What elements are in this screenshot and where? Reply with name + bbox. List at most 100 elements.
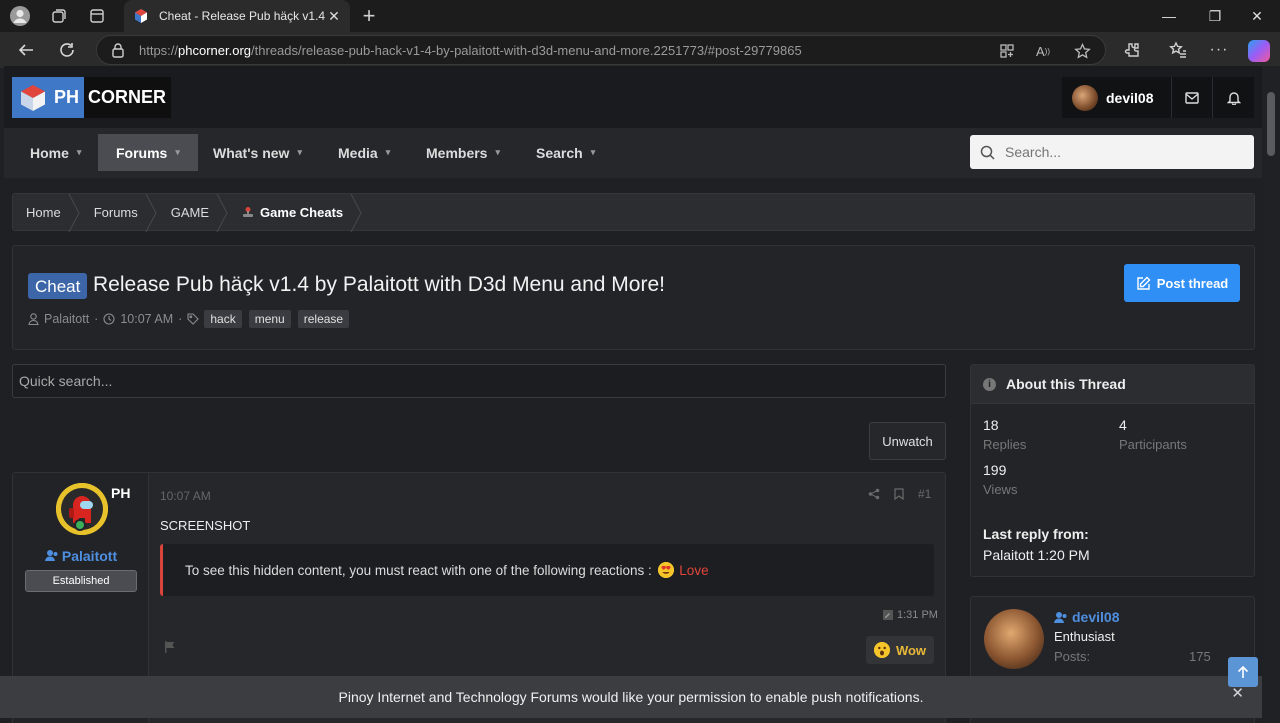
address-bar[interactable]: https://phcorner.org/threads/release-pub… bbox=[96, 35, 1106, 65]
site-search[interactable] bbox=[970, 135, 1254, 169]
lock-icon[interactable] bbox=[111, 42, 125, 58]
extensions-icon[interactable] bbox=[1120, 38, 1144, 62]
stat-participants-value: 4 bbox=[1119, 417, 1127, 433]
minimize-icon[interactable]: — bbox=[1146, 0, 1192, 32]
online-status-icon bbox=[74, 519, 86, 531]
breadcrumb-game-cheats[interactable]: Game Cheats bbox=[222, 194, 362, 232]
user-role-badge: Established bbox=[25, 570, 137, 592]
favorite-star-icon[interactable] bbox=[1072, 41, 1092, 61]
read-aloud-icon[interactable]: A)) bbox=[1033, 41, 1053, 61]
post-number[interactable]: #1 bbox=[918, 487, 931, 501]
thread-author[interactable]: Palaitott bbox=[44, 312, 89, 326]
about-thread-block: i About this Thread 18 Replies 4 Partici… bbox=[970, 364, 1255, 577]
stat-participants-label: Participants bbox=[1119, 437, 1187, 452]
quick-search-input[interactable] bbox=[13, 365, 945, 397]
nav-whats-new[interactable]: What's new ▾ bbox=[195, 134, 320, 171]
more-menu-icon[interactable]: ··· bbox=[1207, 38, 1231, 62]
post-tools: #1 bbox=[868, 487, 931, 501]
quick-search[interactable] bbox=[12, 364, 946, 398]
back-icon[interactable] bbox=[14, 38, 38, 62]
favorites-icon[interactable] bbox=[1166, 38, 1190, 62]
breadcrumb-forums[interactable]: Forums bbox=[74, 194, 157, 232]
last-reply-value[interactable]: Palaitott 1:20 PM bbox=[983, 547, 1090, 563]
nav-home[interactable]: Home ▾ bbox=[12, 134, 99, 171]
nav-media[interactable]: Media ▾ bbox=[320, 134, 408, 171]
chevron-down-icon[interactable]: ▾ bbox=[175, 147, 180, 158]
nav-search[interactable]: Search ▾ bbox=[518, 134, 613, 171]
window-close-icon[interactable]: ✕ bbox=[1234, 0, 1280, 32]
thread-prefix-badge[interactable]: Cheat bbox=[28, 273, 88, 299]
info-icon: i bbox=[983, 377, 996, 391]
breadcrumb-separator bbox=[350, 194, 362, 232]
stat-views: 199 Views bbox=[983, 462, 1017, 497]
workspaces-icon[interactable] bbox=[47, 4, 71, 28]
scroll-to-top-button[interactable] bbox=[1228, 657, 1258, 687]
user-icon bbox=[28, 313, 39, 325]
chevron-down-icon[interactable]: ▾ bbox=[591, 147, 596, 158]
url-host: phcorner.org bbox=[178, 43, 252, 58]
nav-forums-label: Forums bbox=[116, 144, 168, 161]
site-logo[interactable]: PH CORNER bbox=[12, 77, 171, 118]
tag-release[interactable]: release bbox=[297, 310, 350, 328]
post-time[interactable]: 10:07 AM bbox=[160, 489, 211, 503]
arrow-up-icon bbox=[1237, 665, 1249, 678]
chevron-down-icon[interactable]: ▾ bbox=[77, 147, 82, 158]
post-thread-button[interactable]: Post thread bbox=[1124, 264, 1240, 302]
breadcrumb-home[interactable]: Home bbox=[13, 194, 80, 232]
chevron-down-icon[interactable]: ▾ bbox=[386, 147, 391, 158]
page-scrollbar[interactable] bbox=[1263, 66, 1280, 723]
stat-replies-value: 18 bbox=[983, 417, 999, 433]
hidden-content-message: To see this hidden content, you must rea… bbox=[185, 563, 652, 578]
scrollbar-thumb[interactable] bbox=[1267, 92, 1275, 156]
breadcrumb-game[interactable]: GAME bbox=[151, 194, 228, 232]
thread-time[interactable]: 10:07 AM bbox=[120, 312, 173, 326]
stat-replies-label: Replies bbox=[983, 437, 1027, 452]
tag-hack[interactable]: hack bbox=[204, 310, 242, 328]
profile-name-text: devil08 bbox=[1072, 609, 1120, 625]
close-tab-icon[interactable]: ✕ bbox=[326, 8, 342, 24]
account-username: devil08 bbox=[1106, 89, 1154, 106]
profile-avatar[interactable] bbox=[984, 609, 1044, 669]
chevron-down-icon[interactable]: ▾ bbox=[495, 147, 500, 158]
logo-ph-block: PH bbox=[12, 77, 84, 118]
web-page: PH CORNER devil08 Home ▾ Forums ▾ What's n… bbox=[4, 66, 1262, 723]
nav-members[interactable]: Members ▾ bbox=[408, 134, 518, 171]
report-flag-icon[interactable] bbox=[164, 641, 176, 653]
thread-header: Cheat Release Pub häçk v1.4 by Palaitott… bbox=[12, 245, 1255, 350]
wow-emoji-icon bbox=[873, 642, 890, 658]
browser-chrome: Cheat - Release Pub häçk v1.4 by ✕ + — ❐… bbox=[0, 0, 1280, 68]
tab-actions-icon[interactable] bbox=[85, 4, 109, 28]
chevron-down-icon[interactable]: ▾ bbox=[297, 147, 302, 158]
wow-reaction-button[interactable]: Wow bbox=[866, 636, 934, 664]
profile-icon[interactable] bbox=[8, 4, 32, 28]
post-thread-label: Post thread bbox=[1156, 275, 1229, 291]
bookmark-icon[interactable] bbox=[894, 488, 904, 500]
profile-name[interactable]: devil08 bbox=[1054, 609, 1119, 625]
tag-menu[interactable]: menu bbox=[248, 310, 291, 328]
love-reaction-link[interactable]: Love bbox=[679, 563, 708, 578]
breadcrumb-forums-label: Forums bbox=[93, 204, 138, 220]
new-tab-icon[interactable]: + bbox=[357, 3, 381, 28]
active-tab[interactable]: Cheat - Release Pub häçk v1.4 by ✕ bbox=[124, 0, 350, 32]
clock-icon bbox=[103, 313, 115, 325]
inbox-icon[interactable] bbox=[1172, 77, 1213, 118]
account-bar: devil08 bbox=[1062, 77, 1254, 118]
url-text[interactable]: https://phcorner.org/threads/release-pub… bbox=[139, 43, 802, 58]
url-path: /threads/release-pub-hack-v1-4-by-palait… bbox=[251, 43, 802, 58]
copilot-icon[interactable] bbox=[1248, 40, 1270, 62]
profile-posts-count: 175 bbox=[1189, 649, 1211, 664]
nav-whats-new-label: What's new bbox=[213, 144, 290, 161]
about-thread-title: About this Thread bbox=[1006, 376, 1126, 392]
nav-forums[interactable]: Forums ▾ bbox=[98, 134, 198, 171]
share-icon[interactable] bbox=[868, 488, 880, 500]
unwatch-button[interactable]: Unwatch bbox=[869, 422, 946, 460]
post-author-name[interactable]: Palaitott bbox=[13, 548, 149, 564]
breadcrumb-game-label: GAME bbox=[170, 204, 210, 220]
search-input[interactable] bbox=[1005, 144, 1235, 160]
account-menu[interactable]: devil08 bbox=[1062, 77, 1172, 118]
maximize-icon[interactable]: ❐ bbox=[1192, 0, 1238, 32]
app-available-icon[interactable] bbox=[997, 41, 1017, 61]
refresh-icon[interactable] bbox=[55, 38, 79, 62]
bell-icon[interactable] bbox=[1213, 77, 1254, 118]
phcorner-favicon-icon bbox=[135, 9, 147, 23]
